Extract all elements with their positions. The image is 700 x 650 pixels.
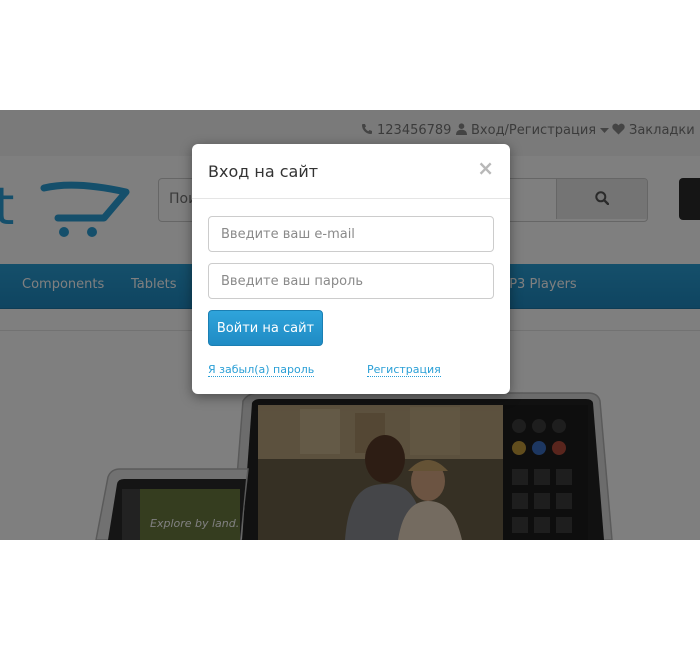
email-field[interactable] [208,216,494,252]
modal-title: Вход на сайт [208,162,319,181]
login-button[interactable]: Войти на сайт [208,310,323,346]
register-link[interactable]: Регистрация [367,363,441,377]
modal-header: Вход на сайт × [192,144,510,199]
login-modal: Вход на сайт × Войти на сайт Я забыл(а) … [192,144,510,394]
forgot-password-link[interactable]: Я забыл(а) пароль [208,363,315,377]
close-icon[interactable]: × [477,158,494,178]
password-field[interactable] [208,263,494,299]
store-page: 123456789 Вход/Регистрация Закладки (0 t [0,110,700,540]
